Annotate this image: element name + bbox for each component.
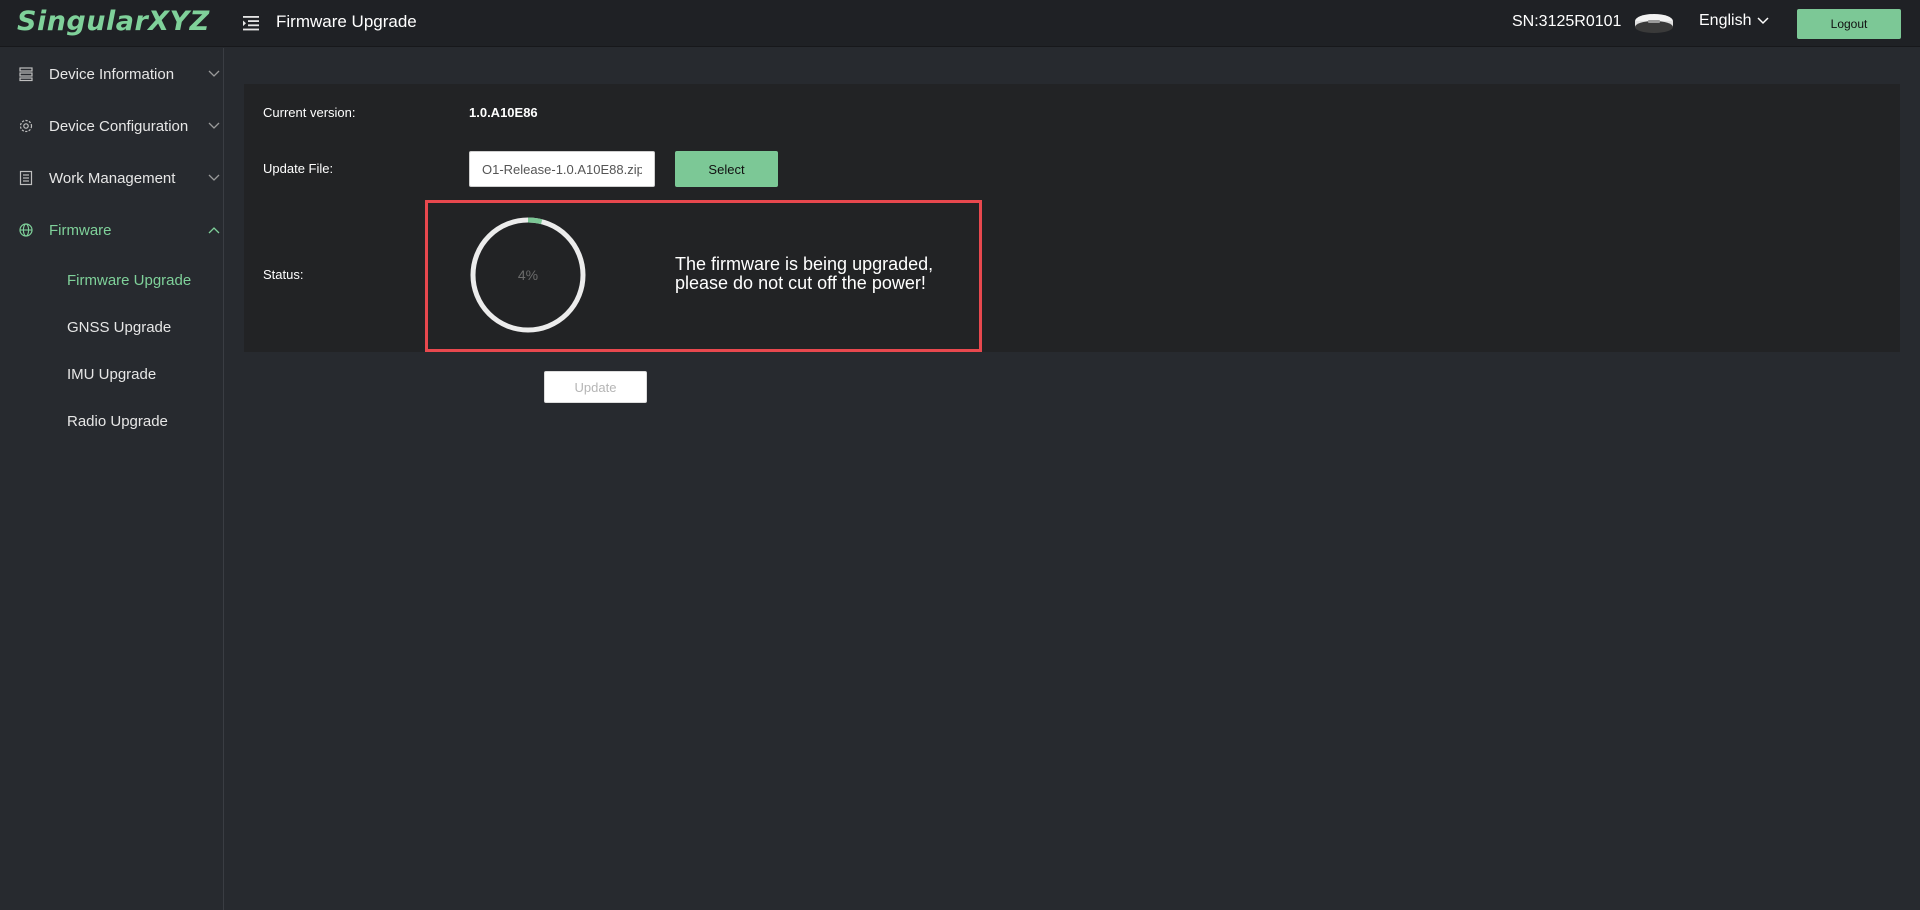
logout-button[interactable]: Logout	[1797, 9, 1901, 39]
update-file-label: Update File:	[263, 161, 334, 176]
menu-toggle-icon[interactable]	[241, 13, 261, 33]
chevron-down-icon	[208, 70, 220, 77]
chevron-up-icon	[208, 227, 220, 234]
chevron-down-icon	[1757, 17, 1770, 25]
sidebar-item-label: Firmware	[49, 221, 112, 239]
sidebar-item-label: Device Information	[49, 65, 175, 83]
update-button[interactable]: Update	[544, 371, 647, 403]
sidebar-subitem-radio-upgrade[interactable]: Radio Upgrade	[0, 404, 224, 438]
chevron-down-icon	[208, 174, 220, 181]
chevron-down-icon	[208, 122, 220, 129]
singularxyz-logo: SingularXYZ	[17, 6, 210, 37]
update-file-input[interactable]	[469, 151, 655, 187]
current-version-label: Current version:	[263, 105, 356, 120]
select-file-button[interactable]: Select	[675, 151, 778, 187]
server-icon	[18, 170, 34, 186]
sidebar-subitem-gnss-upgrade[interactable]: GNSS Upgrade	[0, 310, 224, 344]
page-title: Firmware Upgrade	[276, 12, 417, 31]
serial-number: SN:3125R0101	[1512, 13, 1622, 30]
sidebar-subitem-firmware-upgrade[interactable]: Firmware Upgrade	[0, 263, 224, 297]
list-icon	[18, 66, 34, 82]
language-selector[interactable]: English	[1699, 12, 1770, 30]
sidebar-subitem-label: Firmware Upgrade	[67, 271, 192, 289]
progress-percent-text: 4%	[517, 267, 539, 283]
sidebar-item-work-management[interactable]: Work Management	[0, 158, 224, 198]
sidebar-item-device-information[interactable]: Device Information	[0, 54, 224, 94]
globe-icon	[18, 222, 34, 238]
sidebar-subitem-label: Radio Upgrade	[67, 412, 168, 430]
sidebar-subitem-label: IMU Upgrade	[67, 365, 157, 383]
sidebar-item-firmware[interactable]: Firmware	[0, 210, 224, 250]
sidebar-item-label: Device Configuration	[49, 117, 189, 135]
status-message: The firmware is being upgraded, please d…	[675, 254, 934, 293]
gnss-receiver-icon	[1633, 12, 1675, 36]
sidebar-item-label: Work Management	[49, 169, 176, 187]
status-label: Status:	[263, 267, 304, 282]
current-version-value: 1.0.A10E86	[469, 105, 538, 120]
sidebar: Device Information Device Configuration …	[0, 48, 224, 910]
sidebar-subitem-label: GNSS Upgrade	[67, 318, 172, 336]
top-header: SingularXYZ Firmware Upgrade SN:3125R010…	[0, 0, 1920, 47]
sidebar-item-device-configuration[interactable]: Device Configuration	[0, 106, 224, 146]
language-label: English	[1699, 12, 1752, 29]
gear-icon	[18, 118, 34, 134]
sidebar-subitem-imu-upgrade[interactable]: IMU Upgrade	[0, 357, 224, 391]
